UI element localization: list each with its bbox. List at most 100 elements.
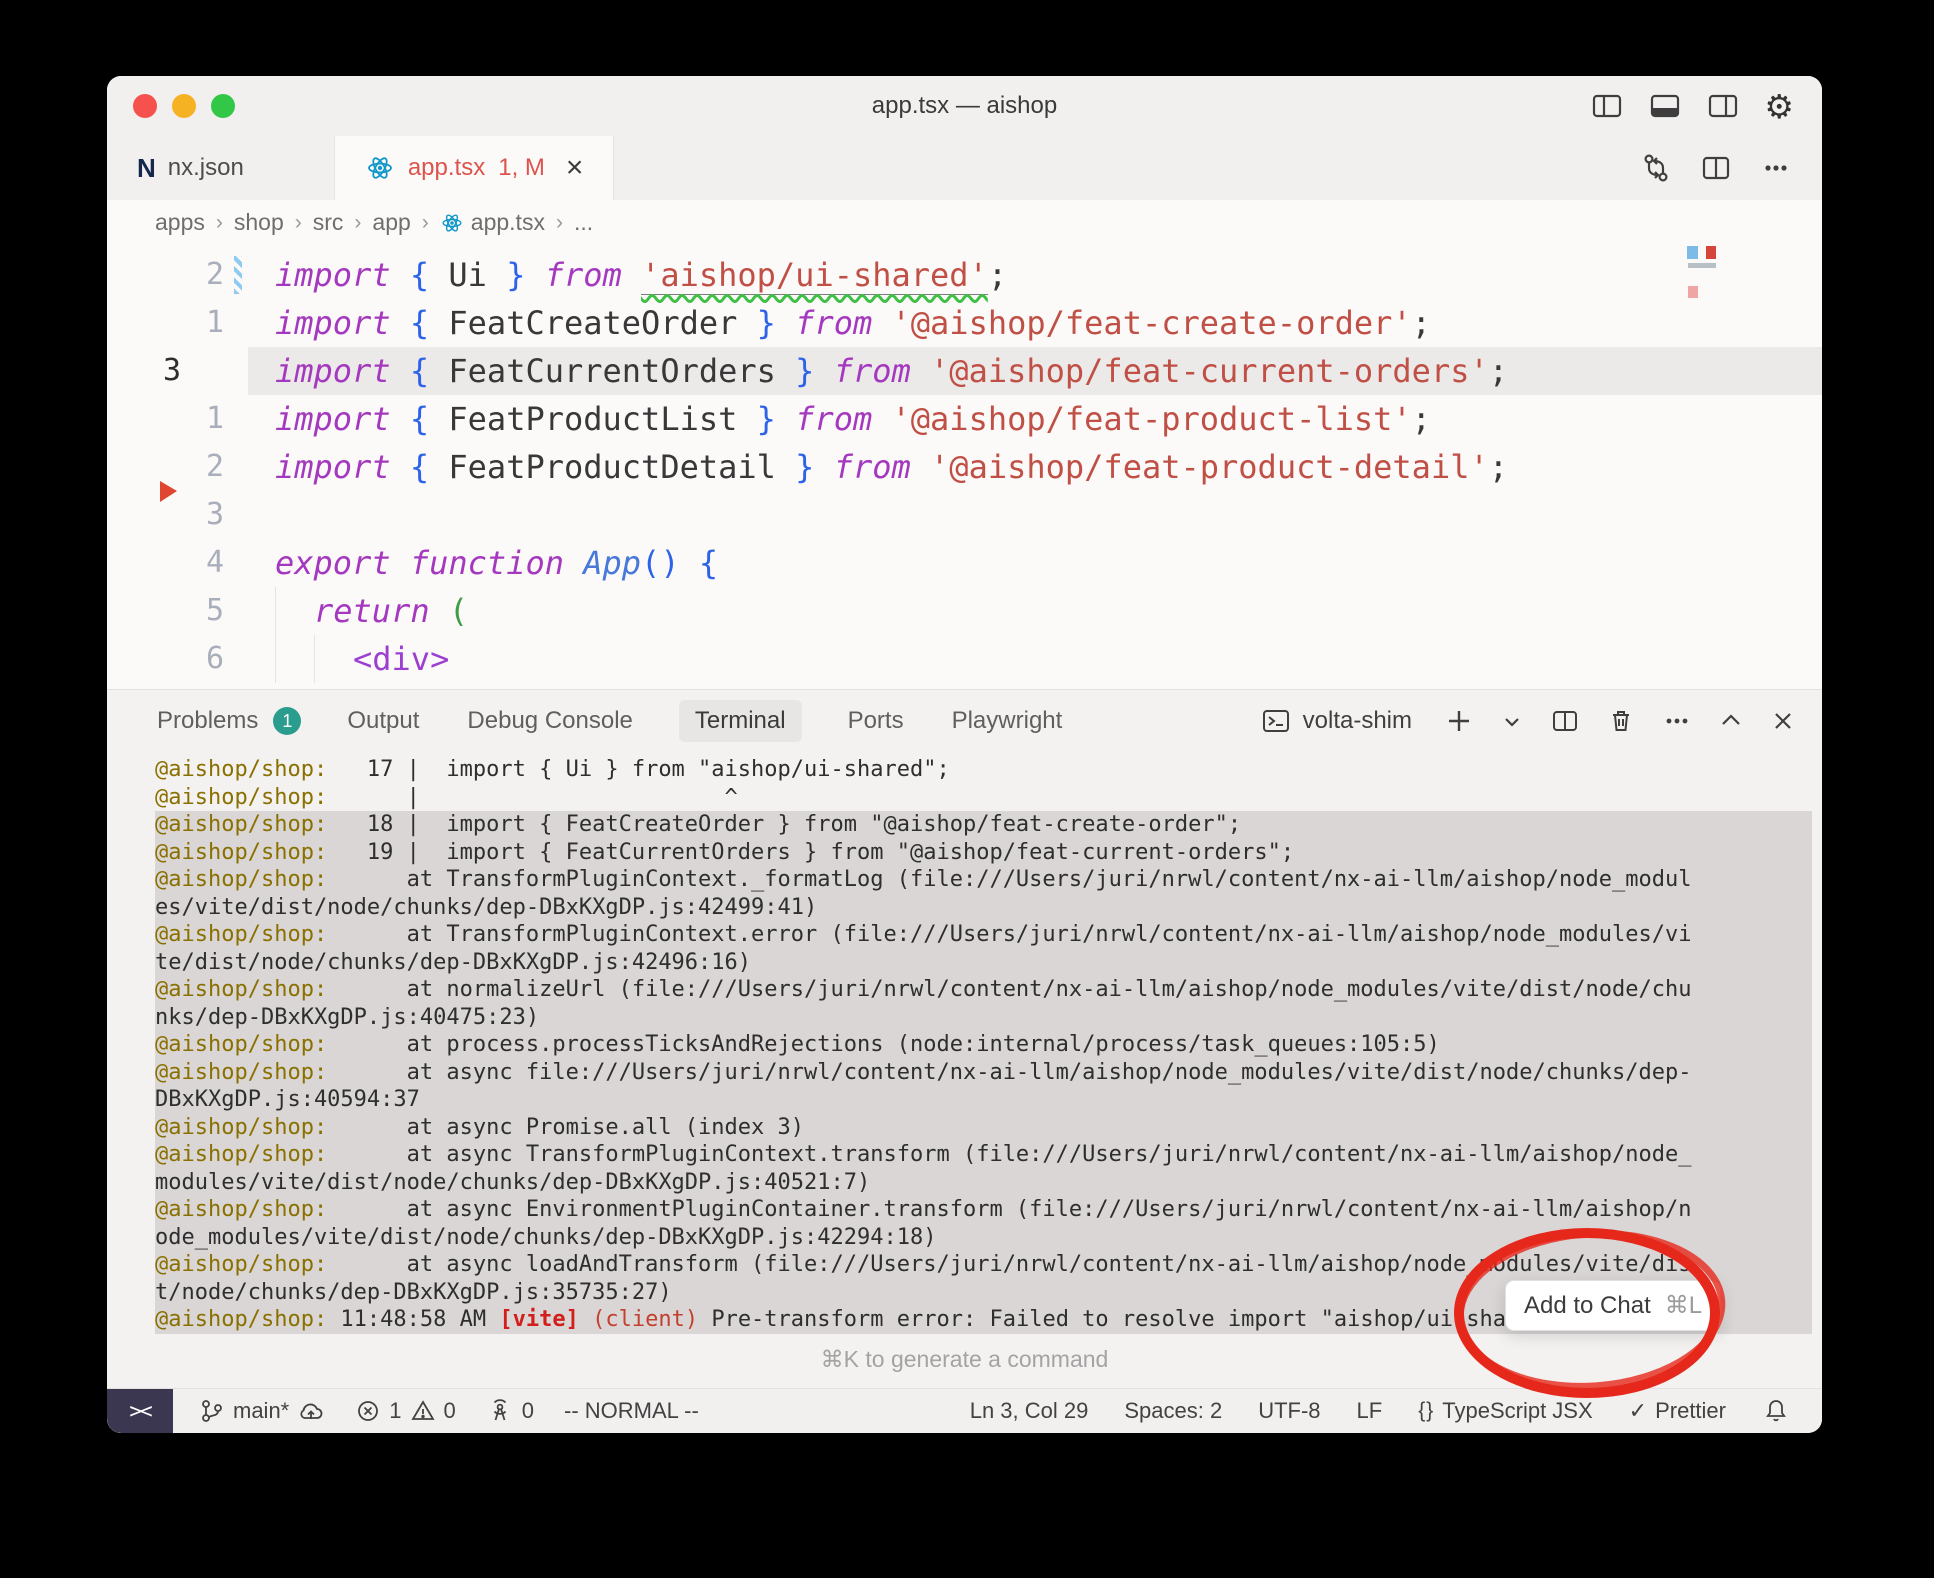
terminal-line[interactable]: @aishop/shop: at process.processTicksAnd… (155, 1031, 1812, 1059)
modified-line-indicator (234, 256, 242, 294)
panel-tab-ports[interactable]: Ports (846, 700, 906, 742)
nx-logo-icon: N (137, 153, 155, 184)
terminal-line[interactable]: DBxKXgDP.js:40594:37 (155, 1086, 1812, 1114)
breadcrumb-item[interactable]: shop (234, 209, 284, 236)
code-line[interactable]: 1import { FeatProductList } from '@aisho… (107, 395, 1822, 443)
indent-guide (275, 635, 314, 683)
panel-tab-playwright[interactable]: Playwright (950, 700, 1065, 742)
toggle-sidebar-icon[interactable] (1590, 89, 1624, 123)
panel-tab-output[interactable]: Output (345, 700, 421, 742)
viewport-band (1688, 263, 1716, 268)
panel-more-actions-icon[interactable] (1662, 706, 1692, 736)
remote-indicator[interactable]: >< (107, 1389, 173, 1433)
breadcrumb-item[interactable]: app.tsx (440, 209, 545, 236)
code-editor[interactable]: 2import { Ui } from 'aishop/ui-shared';1… (107, 245, 1822, 689)
vim-mode-indicator[interactable]: -- NORMAL -- (564, 1398, 699, 1424)
panel-tab-debug-console[interactable]: Debug Console (465, 700, 634, 742)
panel-header: Problems1 Output Debug Console Terminal Port… (107, 690, 1822, 752)
terminal-line[interactable]: @aishop/shop: at TransformPluginContext.… (155, 866, 1812, 894)
terminal-line[interactable]: @aishop/shop: 18 | import { FeatCreateOr… (155, 811, 1812, 839)
keyboard-shortcut: ⌘L (1665, 1291, 1702, 1320)
problems-status[interactable]: 1 0 (355, 1398, 456, 1424)
terminal-line[interactable]: @aishop/shop: 17 | import { Ui } from "a… (155, 756, 1812, 784)
open-changes-icon[interactable] (1640, 152, 1672, 184)
terminal-line[interactable]: es/vite/dist/node/chunks/dep-DBxKXgDP.js… (155, 894, 1812, 922)
add-to-chat-tooltip[interactable]: Add to Chat ⌘L (1505, 1280, 1721, 1331)
terminal-line[interactable]: @aishop/shop: 19 | import { FeatCurrentO… (155, 839, 1812, 867)
maximize-panel-icon[interactable] (1718, 708, 1744, 734)
warning-mark (1688, 286, 1698, 298)
code-line[interactable]: 3import { FeatCurrentOrders } from '@ais… (107, 347, 1822, 395)
traffic-lights (107, 94, 235, 118)
tab-app-tsx[interactable]: app.tsx 1, M × (334, 136, 615, 200)
cursor-position[interactable]: Ln 3, Col 29 (970, 1398, 1089, 1424)
line-content (248, 491, 1822, 539)
eol-sequence[interactable]: LF (1357, 1398, 1383, 1424)
new-terminal-icon[interactable] (1444, 706, 1474, 736)
breadcrumb-item[interactable]: apps (155, 209, 205, 236)
breadcrumb-separator: › (556, 211, 563, 235)
titlebar: app.tsx — aishop ⚙ (107, 76, 1822, 136)
close-window-button[interactable] (133, 94, 157, 118)
terminal-line[interactable]: @aishop/shop: at TransformPluginContext.… (155, 921, 1812, 949)
code-line[interactable]: 6<div> (107, 635, 1822, 683)
terminal-line[interactable]: te/dist/node/chunks/dep-DBxKXgDP.js:4249… (155, 949, 1812, 977)
code-line[interactable]: 5return ( (107, 587, 1822, 635)
line-content: import { FeatCurrentOrders } from '@aish… (248, 347, 1822, 395)
breadcrumb-item[interactable]: app (372, 209, 410, 236)
tab-nx-json[interactable]: N nx.json (107, 136, 274, 200)
terminal-instance[interactable]: volta-shim (1261, 706, 1412, 736)
breadcrumb-item[interactable]: ... (574, 209, 593, 236)
formatter-status[interactable]: ✓ Prettier (1629, 1398, 1726, 1424)
toggle-panel-icon[interactable] (1648, 89, 1682, 123)
code-line[interactable]: 1import { FeatCreateOrder } from '@aisho… (107, 299, 1822, 347)
terminal-line[interactable]: ode_modules/vite/dist/node/chunks/dep-DB… (155, 1224, 1812, 1252)
zoom-window-button[interactable] (211, 94, 235, 118)
panel-tab-terminal[interactable]: Terminal (679, 700, 802, 742)
gutter-decoration (230, 491, 248, 539)
minimize-window-button[interactable] (172, 94, 196, 118)
kill-terminal-icon[interactable] (1606, 706, 1636, 736)
close-panel-icon[interactable] (1770, 708, 1796, 734)
notifications-bell-icon[interactable] (1762, 1397, 1790, 1425)
encoding[interactable]: UTF-8 (1258, 1398, 1320, 1424)
terminal-line[interactable]: @aishop/shop: | ^ (155, 784, 1812, 812)
line-number: 1 (107, 299, 224, 347)
terminal-line[interactable]: modules/vite/dist/node/chunks/dep-DBxKXg… (155, 1169, 1812, 1197)
react-logo-icon (365, 153, 395, 183)
split-terminal-icon[interactable] (1550, 706, 1580, 736)
terminal-output[interactable]: @aishop/shop: 17 | import { Ui } from "a… (107, 752, 1822, 1334)
code-line[interactable]: 4export function App() { (107, 539, 1822, 587)
line-number: 2 (107, 251, 224, 299)
settings-gear-icon[interactable]: ⚙ (1764, 90, 1794, 123)
breadcrumb-separator: › (295, 211, 302, 235)
terminal-line[interactable]: @aishop/shop: at async EnvironmentPlugin… (155, 1196, 1812, 1224)
terminal-line[interactable]: nks/dep-DBxKXgDP.js:40475:23) (155, 1004, 1812, 1032)
code-line[interactable]: 3 (107, 491, 1822, 539)
ports-status[interactable]: 0 (486, 1397, 534, 1425)
breadcrumb-item[interactable]: src (313, 209, 344, 236)
line-number: 6 (107, 635, 224, 683)
code-line[interactable]: 2import { Ui } from 'aishop/ui-shared'; (107, 251, 1822, 299)
line-content: return ( (248, 587, 1822, 635)
code-line[interactable]: 2import { FeatProductDetail } from '@ais… (107, 443, 1822, 491)
terminal-line[interactable]: @aishop/shop: at normalizeUrl (file:///U… (155, 976, 1812, 1004)
close-tab-icon[interactable]: × (566, 153, 584, 183)
line-content: import { FeatProductList } from '@aishop… (248, 395, 1822, 443)
language-mode[interactable]: {} TypeScript JSX (1418, 1398, 1592, 1424)
terminal-line[interactable]: @aishop/shop: at async loadAndTransform … (155, 1251, 1812, 1279)
more-actions-icon[interactable] (1760, 152, 1792, 184)
indentation[interactable]: Spaces: 2 (1124, 1398, 1222, 1424)
terminal-line[interactable]: @aishop/shop: at async file:///Users/jur… (155, 1059, 1812, 1087)
git-branch-status[interactable]: main* (199, 1397, 325, 1425)
toggle-secondary-sidebar-icon[interactable] (1706, 89, 1740, 123)
terminal-icon (1261, 706, 1291, 736)
gutter-decoration (230, 587, 248, 635)
terminal-line[interactable]: @aishop/shop: at async Promise.all (inde… (155, 1114, 1812, 1142)
terminal-line[interactable]: @aishop/shop: at async TransformPluginCo… (155, 1141, 1812, 1169)
problems-count-badge: 1 (273, 707, 301, 735)
panel-tab-problems[interactable]: Problems1 (155, 700, 301, 742)
terminal-dropdown-icon[interactable] (1500, 709, 1524, 733)
split-editor-icon[interactable] (1700, 152, 1732, 184)
modified-mark (1687, 246, 1698, 259)
